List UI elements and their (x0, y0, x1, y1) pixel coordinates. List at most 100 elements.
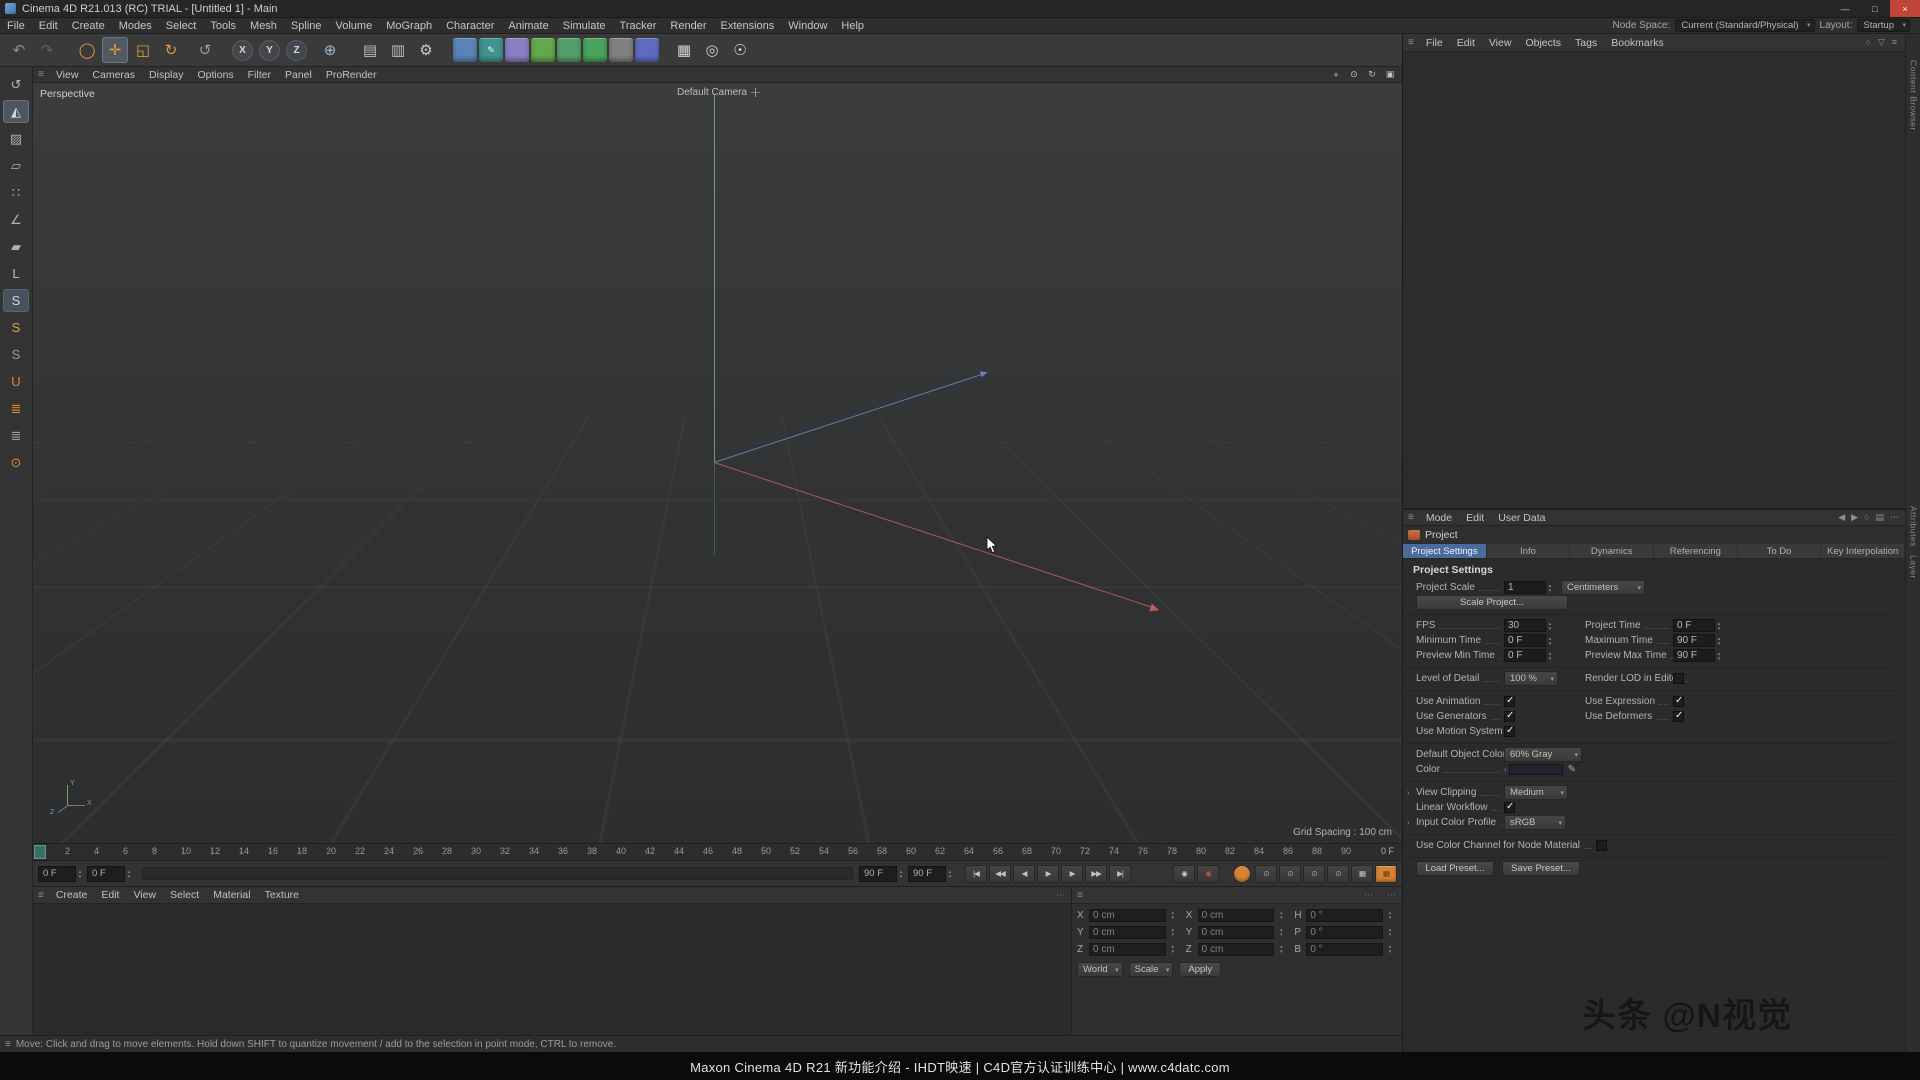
menu-file[interactable]: File (0, 20, 32, 32)
attribute-menu-mode[interactable]: Mode (1419, 512, 1459, 524)
search-icon[interactable]: ○ (1865, 37, 1870, 48)
layout-dropdown[interactable]: Startup (1857, 19, 1910, 32)
lock-icon[interactable]: ▤ (1875, 512, 1884, 523)
tab-info[interactable]: Info (1487, 544, 1571, 558)
make-editable-icon[interactable]: ↺ (3, 73, 29, 96)
snap-modes-icon[interactable]: S (3, 316, 29, 339)
spinner[interactable] (1715, 649, 1723, 663)
spinner[interactable] (1169, 908, 1177, 922)
menu-spline[interactable]: Spline (284, 20, 329, 32)
timeline-start-field[interactable]: 0 F (38, 866, 76, 882)
menu-mesh[interactable]: Mesh (243, 20, 284, 32)
ruler-mark-66[interactable]: 66 (993, 844, 1022, 856)
ruler-mark-82[interactable]: 82 (1225, 844, 1254, 856)
menu-simulate[interactable]: Simulate (556, 20, 613, 32)
viewport-menu-options[interactable]: Options (190, 69, 240, 81)
ruler-mark-60[interactable]: 60 (906, 844, 935, 856)
view-clipping-dropdown[interactable]: Medium (1504, 785, 1568, 800)
magnet-icon[interactable]: U (3, 370, 29, 393)
spinner[interactable] (1386, 908, 1394, 922)
use-motion-system-checkbox[interactable] (1504, 726, 1515, 737)
key-position-button[interactable]: ⊙ (1255, 865, 1277, 883)
linear-workflow-checkbox[interactable] (1504, 802, 1515, 813)
input-color-profile-dropdown[interactable]: sRGB (1504, 815, 1566, 830)
maximum-time-field[interactable]: 90 F (1673, 634, 1715, 647)
color-swatch[interactable] (1509, 764, 1563, 775)
goto-end-button[interactable]: ▶| (1109, 865, 1131, 883)
ruler-mark-84[interactable]: 84 (1254, 844, 1283, 856)
menu-tracker[interactable]: Tracker (613, 20, 664, 32)
attribute-menu-user-data[interactable]: User Data (1491, 512, 1552, 524)
scale-tool-icon[interactable]: ◱ (130, 37, 156, 63)
model-mode-icon[interactable]: ◭ (3, 100, 29, 123)
render-lod-checkbox[interactable] (1673, 673, 1684, 684)
z-axis-lock-button[interactable]: Z (286, 40, 307, 61)
project-scale-unit-dropdown[interactable]: Centimeters (1561, 580, 1645, 595)
camera-icon[interactable]: ◎ (699, 37, 725, 63)
autokey-button[interactable]: ◉ (1197, 865, 1219, 883)
spinner[interactable] (1546, 649, 1554, 663)
maximize-button[interactable]: □ (1860, 0, 1890, 17)
ruler-mark-44[interactable]: 44 (674, 844, 703, 856)
attribute-object-row[interactable]: Project (1403, 526, 1905, 543)
preview-max-time-field[interactable]: 90 F (1673, 649, 1715, 662)
redo-icon[interactable]: ↷ (34, 37, 60, 63)
eyedropper-icon[interactable]: ✎ (1568, 764, 1576, 775)
keyframe-selection-button[interactable]: ▦ (1351, 865, 1373, 883)
table-icon[interactable]: ▦ (671, 37, 697, 63)
scale-project-button[interactable]: Scale Project... (1416, 595, 1568, 610)
project-time-field[interactable]: 0 F (1673, 619, 1715, 632)
view-label[interactable]: Perspective (40, 88, 95, 100)
apply-button[interactable]: Apply (1179, 962, 1221, 977)
material-menu-select[interactable]: Select (163, 889, 206, 901)
ruler-mark-32[interactable]: 32 (500, 844, 529, 856)
panel-menu-icon[interactable]: ≡ (1403, 512, 1419, 523)
spinner[interactable] (125, 867, 133, 881)
ruler-mark-36[interactable]: 36 (558, 844, 587, 856)
prev-frame-button[interactable]: ◀ (1013, 865, 1035, 883)
close-button[interactable]: × (1890, 0, 1920, 17)
tab-dynamics[interactable]: Dynamics (1570, 544, 1654, 558)
use-expression-checkbox[interactable] (1673, 696, 1684, 707)
history-back-icon[interactable]: ◀ (1838, 512, 1845, 523)
generators-icon[interactable] (557, 38, 581, 62)
ruler-mark-56[interactable]: 56 (848, 844, 877, 856)
size-field[interactable]: 0 cm (1198, 943, 1275, 956)
rotation-field[interactable]: 0 ° (1306, 926, 1383, 939)
spinner[interactable] (1169, 925, 1177, 939)
ruler-mark-76[interactable]: 76 (1138, 844, 1167, 856)
viewport-menu-panel[interactable]: Panel (278, 69, 319, 81)
add-cube-icon[interactable] (453, 38, 477, 62)
menu-create[interactable]: Create (65, 20, 112, 32)
dock-tab-layer[interactable]: Layer (1909, 555, 1919, 579)
spline-pen-icon[interactable]: ✎ (479, 38, 503, 62)
ruler-mark-40[interactable]: 40 (616, 844, 645, 856)
spinner[interactable] (1277, 942, 1285, 956)
expander-icon[interactable]: › (1407, 788, 1416, 797)
panel-menu-icon[interactable]: ≡ (33, 890, 49, 901)
load-preset-button[interactable]: Load Preset... (1416, 861, 1494, 876)
ruler-mark-48[interactable]: 48 (732, 844, 761, 856)
viewport-canvas[interactable]: Perspective Default Camera Grid Spacing … (33, 83, 1402, 843)
use-color-channel-checkbox[interactable] (1596, 840, 1607, 851)
fps-field[interactable]: 30 (1504, 619, 1546, 632)
ruler-mark-20[interactable]: 20 (326, 844, 355, 856)
spinner[interactable] (1277, 925, 1285, 939)
object-menu-file[interactable]: File (1419, 37, 1450, 49)
texture-axis-icon[interactable]: ≣ (3, 424, 29, 447)
sky-icon[interactable] (635, 38, 659, 62)
viewport-menu-filter[interactable]: Filter (241, 69, 278, 81)
menu-render[interactable]: Render (663, 20, 713, 32)
playhead[interactable] (34, 845, 46, 859)
spinner[interactable] (1546, 581, 1554, 595)
object-menu-view[interactable]: View (1482, 37, 1519, 49)
render-view-icon[interactable]: ▤ (357, 37, 383, 63)
search-icon[interactable]: ○ (1864, 512, 1869, 523)
ruler-mark-12[interactable]: 12 (210, 844, 239, 856)
move-tool-icon[interactable]: ✛ (102, 37, 128, 63)
ruler-mark-6[interactable]: 6 (123, 844, 152, 856)
menu-volume[interactable]: Volume (329, 20, 380, 32)
ruler-mark-46[interactable]: 46 (703, 844, 732, 856)
ruler-mark-68[interactable]: 68 (1022, 844, 1051, 856)
next-frame-button[interactable]: ▶ (1061, 865, 1083, 883)
